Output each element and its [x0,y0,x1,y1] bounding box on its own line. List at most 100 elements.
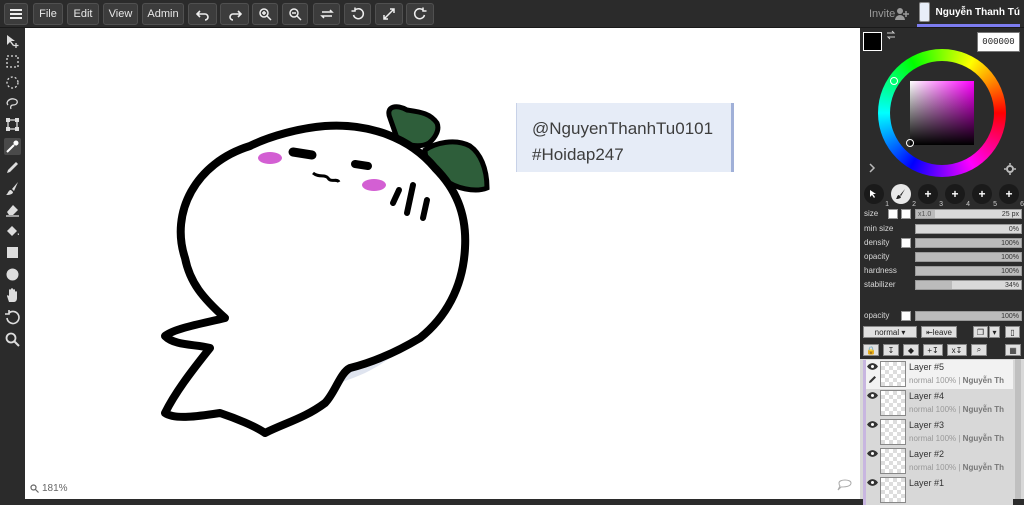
layer-thumbnail [880,448,906,474]
fill-bucket-icon[interactable] [4,223,21,240]
hue-marker[interactable] [890,77,898,85]
add-user-icon[interactable] [895,7,909,21]
layer-blend-info: normal 100% | [909,376,961,385]
user-badge[interactable]: Nguyễn Thanh Tú [917,0,1020,27]
ellipse-tool-icon[interactable] [4,266,21,283]
text-annotation[interactable]: @NguyenThanhTu0101 #Hoidap247 [516,103,734,172]
hardness-label: hardness [864,266,897,275]
density-value: 100% [1001,240,1019,247]
move-tool-icon[interactable] [4,32,21,49]
lasso-icon[interactable] [4,95,21,112]
sv-marker[interactable] [906,139,914,147]
merge-down-button[interactable]: ↧ [883,344,899,356]
hand-icon[interactable] [4,287,21,304]
size-pressure-toggle[interactable] [888,209,898,219]
duplicate-layer-button[interactable]: ❐ [973,326,988,338]
stabilizer-label: stabilizer [864,280,896,289]
size-row: size x1.0 25 px [860,208,1024,220]
rect-select-icon[interactable] [4,53,21,70]
search-layer-icon[interactable]: ⌕ [971,344,987,356]
eye-icon[interactable] [867,450,878,457]
primary-color-swatch[interactable] [863,32,882,51]
brush-preset-2[interactable]: 2 [891,184,916,208]
layer-opacity-row: opacity 100% [860,310,1024,322]
eye-icon[interactable] [867,421,878,428]
pencil-tool-icon[interactable] [4,159,21,176]
transform-icon[interactable] [4,116,21,133]
brush-number: 5 [993,201,997,208]
eye-icon[interactable] [867,392,878,399]
opacity-label: opacity [864,252,890,261]
layer-menu-dropdown[interactable]: ▾ [989,326,1000,338]
drawing-canvas[interactable]: @NguyenThanhTu0101 #Hoidap247 181% [25,28,860,499]
chat-icon[interactable] [837,477,853,491]
leave-label: leave [932,327,952,337]
blend-mode-select[interactable]: normal ▾ [863,326,917,338]
view-menu-button[interactable]: View [103,3,138,25]
layer-item[interactable]: Layer #4 normal 100% | Nguyễn Th [863,389,1013,418]
clear-layer-button[interactable]: ◆ [903,344,919,356]
flip-button[interactable] [313,3,340,25]
rotate-view-icon[interactable] [4,309,21,326]
hamburger-icon[interactable] [4,3,28,25]
size-slider[interactable]: x1.0 25 px [915,209,1022,219]
new-layer-button[interactable]: ▯ [1005,326,1020,338]
leave-button[interactable]: ⇤ leave [921,326,957,338]
file-menu-button[interactable]: File [33,3,63,25]
invite-link[interactable]: Invite [869,8,895,20]
edit-menu-button[interactable]: Edit [67,3,99,25]
hardness-slider[interactable]: 100% [915,266,1022,276]
lock-layer-button[interactable]: 🔒 [863,344,879,356]
saturation-value-square[interactable] [906,81,974,147]
trash-icon[interactable]: ▦ [1005,344,1021,356]
zoom-in-button[interactable] [252,3,278,25]
brush-preset-1[interactable]: 1 [864,184,889,208]
rotate-left-button[interactable] [344,3,371,25]
fullscreen-button[interactable] [375,3,403,25]
gear-icon[interactable] [1004,163,1016,175]
layer-blend-info: normal 100% | [909,405,961,414]
layer-item[interactable]: Layer #3 normal 100% | Nguyễn Th [863,418,1013,447]
zoom-out-button[interactable] [282,3,308,25]
brush-preset-6[interactable]: +6 [999,184,1024,208]
density-toggle[interactable] [901,238,911,248]
density-slider[interactable]: 100% [915,238,1022,248]
brush-preset-3[interactable]: +3 [918,184,943,208]
layer-item[interactable]: Layer #2 normal 100% | Nguyễn Th [863,447,1013,476]
opacity-slider[interactable]: 100% [915,252,1022,262]
eye-icon[interactable] [867,363,878,370]
undo-button[interactable] [188,3,217,25]
redo-button[interactable] [220,3,249,25]
size-pen-toggle[interactable] [901,209,911,219]
rectangle-tool-icon[interactable] [4,244,21,261]
pencil-icon [869,376,876,383]
brush-preset-4[interactable]: +4 [945,184,970,208]
color-wheel[interactable] [878,49,1006,177]
admin-menu-button[interactable]: Admin [142,3,184,25]
stabilizer-slider[interactable]: 34% [915,280,1022,290]
brush-number: 2 [912,201,916,208]
layer-opacity-toggle[interactable] [901,311,911,321]
min-size-slider[interactable]: 0% [915,224,1022,234]
eyedropper-icon[interactable] [4,138,21,155]
layer-scrollbar[interactable] [1015,359,1021,499]
eraser-icon[interactable] [4,201,21,218]
fullscreen-icon [383,8,395,20]
brush-number: 3 [939,201,943,208]
zoom-tool-icon[interactable] [4,331,21,348]
rotate-right-button[interactable] [406,3,434,25]
layer-item[interactable]: Layer #5 normal 100% | Nguyễn Th [863,360,1013,389]
brush-preset-5[interactable]: +5 [972,184,997,208]
swap-colors-icon[interactable] [886,30,896,40]
delete-merge-button[interactable]: x↧ [947,344,967,356]
brush-tool-icon[interactable] [4,180,21,197]
zoom-indicator: 181% [30,483,68,494]
layer-opacity-slider[interactable]: 100% [915,311,1022,321]
merge-layers-button[interactable]: +↧ [923,344,943,356]
chevron-right-icon[interactable] [867,162,877,174]
brush-icon [896,189,905,199]
eye-icon[interactable] [867,479,878,486]
ellipse-select-icon[interactable] [4,74,21,91]
layer-item[interactable]: Layer #1 [863,476,1013,505]
hex-color-input[interactable]: 000000 [977,32,1020,52]
